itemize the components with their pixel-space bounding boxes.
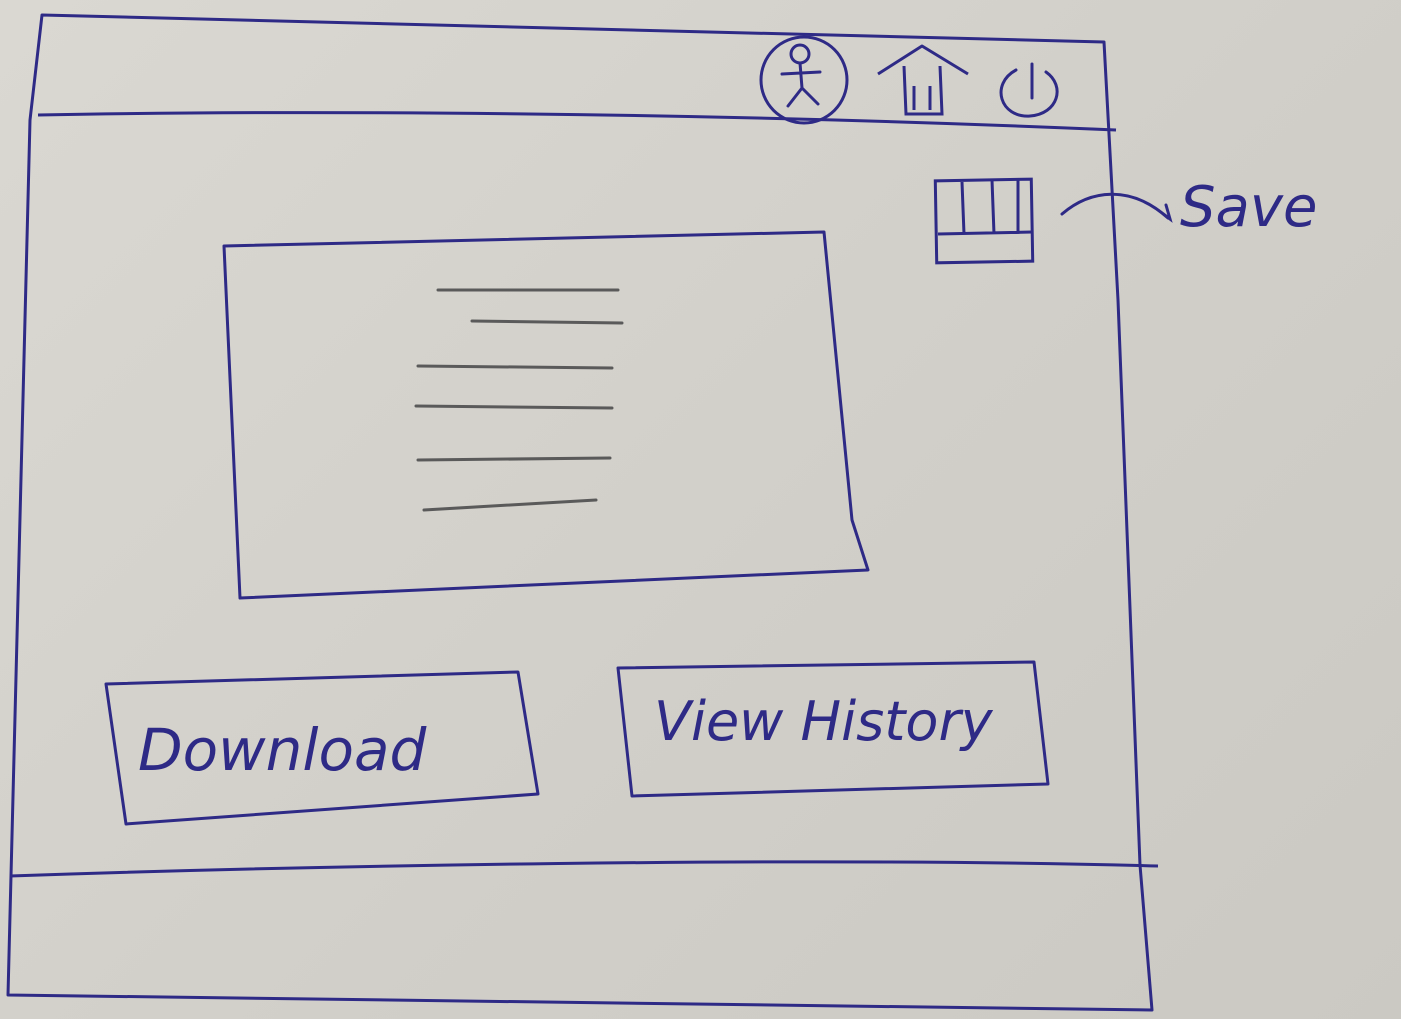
save-icon[interactable] xyxy=(933,177,1035,265)
download-button-label: Download xyxy=(138,716,427,784)
text-line xyxy=(416,364,614,370)
text-line xyxy=(416,456,612,462)
home-icon[interactable] xyxy=(877,44,969,116)
header-bar xyxy=(37,111,1117,132)
view-history-button-label: View History xyxy=(654,690,994,753)
text-line xyxy=(470,319,624,325)
save-annotation-label: Save xyxy=(1180,175,1317,240)
wireframe-sketch: Download View History Save xyxy=(6,13,1317,1012)
user-icon[interactable] xyxy=(759,35,849,125)
text-line xyxy=(422,498,598,512)
text-line xyxy=(414,404,614,410)
power-icon[interactable] xyxy=(999,62,1059,118)
document-text-lines xyxy=(414,288,624,512)
annotation-arrow xyxy=(1060,192,1173,223)
document-preview xyxy=(222,230,870,600)
footer-bar xyxy=(9,860,1159,878)
download-button[interactable]: Download xyxy=(104,670,540,826)
view-history-button[interactable]: View History xyxy=(616,660,1050,798)
app-window-frame xyxy=(6,13,1154,1012)
